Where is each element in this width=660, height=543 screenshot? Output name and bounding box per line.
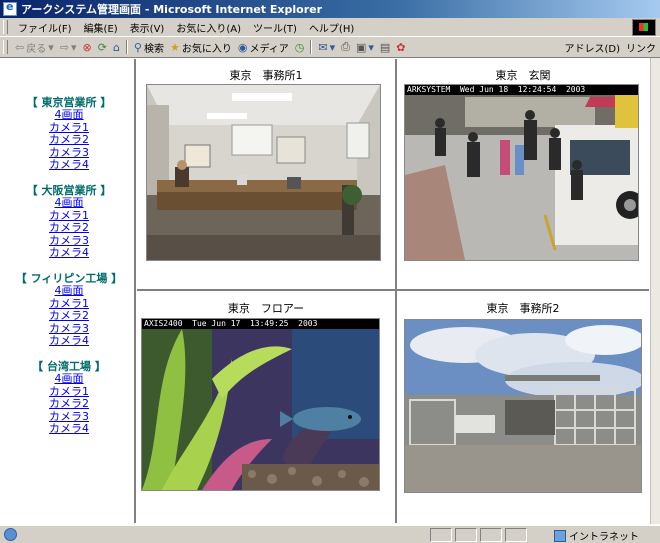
link-4-screens[interactable]: 4画面 [4, 196, 134, 210]
branch-tokyo: 【 東京営業所 】 4画面 カメラ1 カメラ2 カメラ3 カメラ4 [4, 96, 134, 172]
home-button[interactable]: ⌂ [110, 41, 123, 54]
link-4-screens[interactable]: 4画面 [4, 372, 134, 386]
branch-osaka: 【 大阪営業所 】 4画面 カメラ1 カメラ2 カメラ3 カメラ4 [4, 184, 134, 260]
history-icon: ◷ [294, 40, 305, 54]
status-bar: イントラネット [0, 525, 660, 543]
history-button[interactable]: ◷ [292, 41, 308, 54]
security-zone: イントラネット [554, 528, 654, 543]
forward-button[interactable]: ⇨ ▾ [57, 41, 80, 54]
media-icon: ◉ [237, 40, 248, 54]
camera-timestamp-overlay: AXIS2400 Tue Jun 17 13:49:25 2003 [142, 319, 379, 329]
camera-feed-image[interactable]: ARKSYSTEM Wed Jun 18 12:24:54 2003 [404, 84, 639, 261]
link-camera-2[interactable]: カメラ2 [4, 222, 134, 235]
branch-heading: 【 台湾工場 】 [32, 359, 106, 373]
link-camera-2[interactable]: カメラ2 [4, 134, 134, 147]
camera-title: 東京 事務所2 [486, 302, 560, 315]
toolbar-separator [310, 40, 313, 54]
toolbar-separator [125, 40, 128, 54]
aquarium-scene [142, 319, 379, 490]
messenger-button[interactable]: ✿ [393, 41, 408, 54]
branch-philippines: 【 フィリピン工場 】 4画面 カメラ1 カメラ2 カメラ3 カメラ4 [4, 272, 134, 348]
print-button[interactable]: ⎙ [338, 40, 353, 54]
camera-feed-image[interactable] [146, 84, 381, 261]
camera-panel-floor: 東京 フロアー AXIS2400 Tue Jun 17 13:49:25 200… [137, 291, 397, 523]
mail-button[interactable]: ✉ ▾ [315, 41, 338, 54]
standard-toolbar: ⇦ 戻る ▾ ⇨ ▾ ⊗ ⟳ ⌂ ⚲ 検索 ★ お気に入り ◉ メディア ◷ ✉… [0, 36, 660, 58]
menu-bar: ファイル(F) 編集(E) 表示(V) お気に入り(A) ツール(T) ヘルプ(… [0, 18, 660, 37]
camera-panel-office-2: 東京 事務所2 [397, 291, 649, 523]
menu-edit[interactable]: 編集(E) [78, 20, 124, 35]
windows-logo-icon [632, 19, 656, 36]
refresh-icon: ⟳ [97, 40, 107, 54]
camera-feed-image[interactable]: AXIS2400 Tue Jun 17 13:49:25 2003 [141, 318, 380, 491]
camera-panel-office-1: 東京 事務所1 [137, 59, 397, 291]
back-arrow-icon: ⇦ [15, 40, 25, 54]
branch-heading: 【 フィリピン工場 】 [15, 271, 123, 285]
home-icon: ⌂ [112, 40, 120, 54]
camera-title: 東京 事務所1 [229, 69, 303, 82]
favorites-button[interactable]: ★ お気に入り [167, 40, 235, 55]
window-title-bar[interactable]: アークシステム管理画面 - Microsoft Internet Explore… [0, 0, 660, 18]
address-bar-label[interactable]: アドレス(D) [564, 40, 620, 55]
edit-button[interactable]: ▣ ▾ [353, 41, 377, 54]
ie-app-icon [3, 0, 17, 16]
status-pane [455, 528, 477, 542]
link-camera-4[interactable]: カメラ4 [4, 335, 134, 348]
mail-dropdown-icon: ▾ [329, 40, 336, 54]
vertical-scrollbar[interactable] [650, 58, 660, 524]
link-camera-4[interactable]: カメラ4 [4, 247, 134, 260]
menu-view[interactable]: 表示(V) [124, 20, 171, 35]
intranet-zone-icon [554, 529, 566, 542]
refresh-button[interactable]: ⟳ [95, 41, 110, 54]
menu-favorites[interactable]: お気に入り(A) [170, 20, 247, 35]
forward-dropdown-icon: ▾ [70, 40, 77, 54]
discuss-button[interactable]: ▤ [377, 41, 393, 54]
menu-file[interactable]: ファイル(F) [12, 20, 78, 35]
favorites-icon: ★ [169, 40, 180, 54]
back-dropdown-icon: ▾ [48, 40, 54, 54]
stop-icon: ⊗ [82, 40, 92, 54]
link-4-screens[interactable]: 4画面 [4, 108, 134, 122]
page-status-icon [4, 528, 17, 541]
edit-dropdown-icon: ▾ [368, 40, 374, 54]
camera-title: 東京 フロアー [227, 302, 305, 315]
navigation-frame: 【 東京営業所 】 4画面 カメラ1 カメラ2 カメラ3 カメラ4 【 大阪営業… [4, 59, 136, 523]
status-pane [430, 528, 452, 542]
discuss-icon: ▤ [379, 40, 391, 54]
camera-panel-entrance: 東京 玄関 ARKSYSTEM Wed Jun 18 12:24:54 2003 [397, 59, 649, 291]
camera-timestamp-overlay: ARKSYSTEM Wed Jun 18 12:24:54 2003 [405, 85, 638, 95]
search-icon: ⚲ [133, 40, 142, 54]
status-pane [480, 528, 502, 542]
office-scene [147, 85, 380, 260]
link-camera-4[interactable]: カメラ4 [4, 159, 134, 172]
link-camera-2[interactable]: カメラ2 [4, 310, 134, 323]
edit-icon: ▣ [355, 40, 367, 54]
menu-tools[interactable]: ツール(T) [247, 20, 303, 35]
back-button[interactable]: ⇦ 戻る ▾ [12, 40, 57, 55]
status-pane [505, 528, 527, 542]
forward-arrow-icon: ⇨ [59, 40, 69, 54]
camera-feed-image[interactable] [404, 319, 642, 493]
toolbar-grip [3, 40, 8, 54]
link-camera-4[interactable]: カメラ4 [4, 423, 134, 436]
stop-button[interactable]: ⊗ [80, 41, 95, 54]
menu-grip [3, 20, 8, 34]
links-bar-label[interactable]: リンク [626, 40, 656, 55]
branch-taiwan: 【 台湾工場 】 4画面 カメラ1 カメラ2 カメラ3 カメラ4 [4, 360, 134, 436]
zone-label: イントラネット [569, 532, 639, 543]
media-button[interactable]: ◉ メディア [235, 40, 292, 55]
messenger-icon: ✿ [396, 40, 406, 54]
window-title: アークシステム管理画面 - Microsoft Internet Explore… [21, 3, 322, 16]
search-button[interactable]: ⚲ 検索 [131, 40, 167, 55]
link-camera-2[interactable]: カメラ2 [4, 397, 134, 411]
print-icon: ⎙ [341, 40, 350, 53]
yard-scene [405, 320, 641, 492]
camera-title: 東京 玄関 [495, 69, 551, 82]
entrance-scene [405, 85, 638, 260]
link-4-screens[interactable]: 4画面 [4, 284, 134, 298]
mail-icon: ✉ [318, 40, 328, 54]
browser-viewport: 【 東京営業所 】 4画面 カメラ1 カメラ2 カメラ3 カメラ4 【 大阪営業… [0, 57, 660, 526]
menu-help[interactable]: ヘルプ(H) [303, 20, 360, 35]
